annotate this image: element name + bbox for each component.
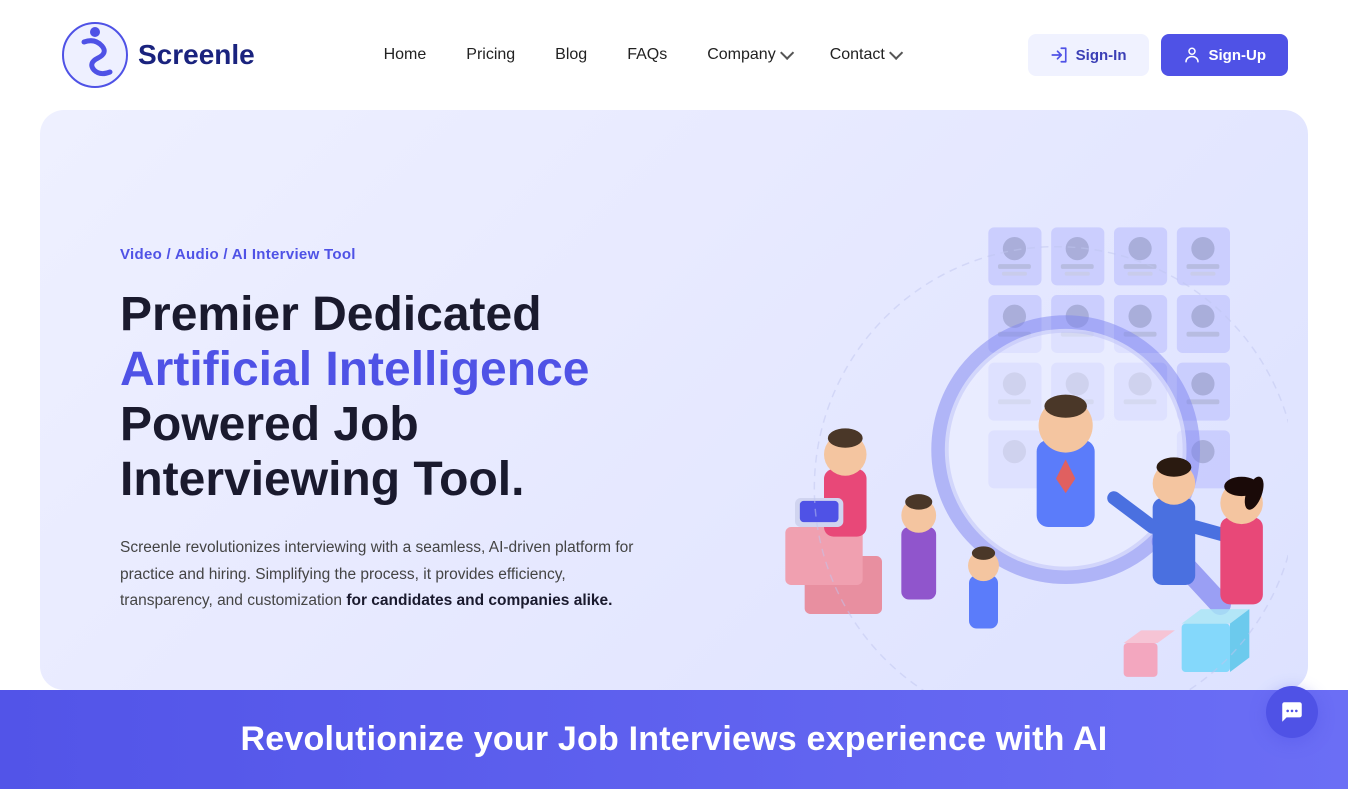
- chat-icon: [1279, 699, 1305, 725]
- hero-svg-illustration: [708, 190, 1288, 690]
- nav-home-link[interactable]: Home: [384, 46, 427, 63]
- logo-text: Screenle: [138, 39, 255, 71]
- signin-icon: [1050, 46, 1068, 64]
- banner-text: Revolutionize your Job Interviews experi…: [40, 720, 1308, 759]
- nav-actions: Sign-In Sign-Up: [1028, 34, 1288, 76]
- nav-blog-link[interactable]: Blog: [555, 46, 587, 63]
- hero-title: Premier Dedicated Artificial Intelligenc…: [120, 287, 660, 508]
- nav-item-blog[interactable]: Blog: [555, 46, 587, 64]
- signup-icon: [1183, 46, 1201, 64]
- nav-item-contact[interactable]: Contact: [830, 46, 899, 64]
- nav-pricing-link[interactable]: Pricing: [466, 46, 515, 63]
- chat-bubble-button[interactable]: [1266, 686, 1318, 738]
- nav-item-faqs[interactable]: FAQs: [627, 46, 667, 64]
- logo-link[interactable]: Screenle: [60, 20, 255, 90]
- chevron-down-icon: [780, 46, 794, 60]
- nav-contact-dropdown[interactable]: Contact: [830, 46, 899, 64]
- bottom-banner: Revolutionize your Job Interviews experi…: [0, 690, 1348, 789]
- nav-item-company[interactable]: Company: [707, 46, 789, 64]
- logo-icon: [60, 20, 130, 90]
- nav-item-home[interactable]: Home: [384, 46, 427, 64]
- signup-button[interactable]: Sign-Up: [1161, 34, 1289, 76]
- chevron-down-icon: [889, 46, 903, 60]
- nav-company-dropdown[interactable]: Company: [707, 46, 789, 64]
- hero-content: Video / Audio / AI Interview Tool Premie…: [120, 246, 660, 615]
- hero-section: Video / Audio / AI Interview Tool Premie…: [40, 110, 1308, 690]
- hero-illustration: [660, 170, 1228, 690]
- nav-item-pricing[interactable]: Pricing: [466, 46, 515, 64]
- nav-links: Home Pricing Blog FAQs Company Contact: [384, 46, 899, 64]
- navbar: Screenle Home Pricing Blog FAQs Company …: [0, 0, 1348, 110]
- nav-faqs-link[interactable]: FAQs: [627, 46, 667, 63]
- signin-button[interactable]: Sign-In: [1028, 34, 1149, 76]
- hero-description: Screenle revolutionizes interviewing wit…: [120, 535, 660, 614]
- hero-tag: Video / Audio / AI Interview Tool: [120, 246, 660, 263]
